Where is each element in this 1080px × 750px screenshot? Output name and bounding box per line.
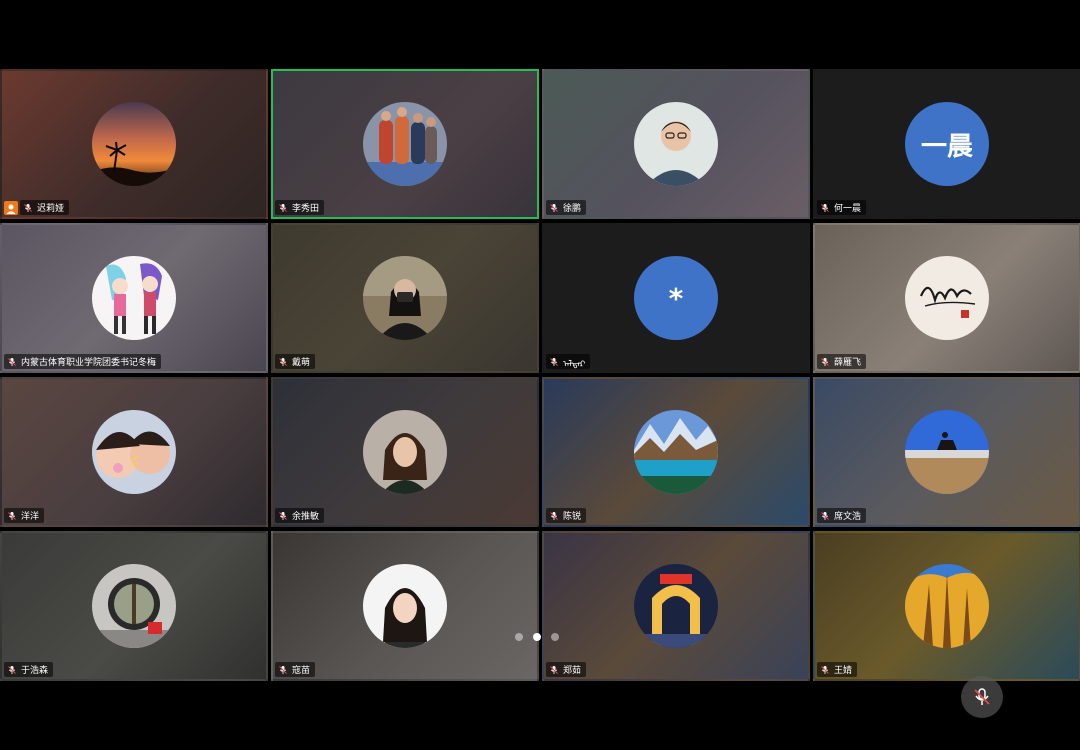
participant-name: 戴萌 bbox=[292, 358, 311, 368]
participant-avatar bbox=[905, 410, 989, 494]
participant-name: 寇苗 bbox=[292, 666, 311, 676]
participant-name-tag: 寇苗 bbox=[275, 662, 316, 677]
participant-avatar bbox=[92, 410, 176, 494]
participant-tile[interactable]: 戴萌 bbox=[271, 223, 539, 373]
participant-tile[interactable]: * ᠠᠯᠳᠠᠷ bbox=[542, 223, 810, 373]
participant-avatar bbox=[905, 564, 989, 648]
participant-tile[interactable]: 寇苗 bbox=[271, 531, 539, 681]
page-indicator[interactable] bbox=[515, 632, 565, 642]
participant-name-tag: 郑茹 bbox=[546, 662, 587, 677]
participant-name-tag: 迟莉娅 bbox=[20, 200, 70, 215]
participant-avatar bbox=[634, 102, 718, 186]
participant-tile[interactable]: 一晨 何一晨 bbox=[813, 69, 1080, 219]
participant-name-tag: 内蒙古体育职业学院团委书记冬梅 bbox=[4, 354, 162, 369]
participant-name-tag: 戴萌 bbox=[275, 354, 316, 369]
participant-avatar bbox=[363, 102, 447, 186]
mic-muted-icon bbox=[7, 357, 17, 367]
participant-name: 李秀田 bbox=[292, 204, 320, 214]
participant-avatar bbox=[92, 564, 176, 648]
mic-muted-icon bbox=[549, 357, 559, 367]
participant-avatar bbox=[92, 102, 176, 186]
participant-name-tag: 陈锐 bbox=[546, 508, 587, 523]
participant-tile[interactable]: 于浩森 bbox=[0, 531, 268, 681]
participant-name: 于浩森 bbox=[21, 666, 49, 676]
participant-name-tag: 何一晨 bbox=[817, 200, 867, 215]
mic-muted-icon bbox=[278, 203, 288, 213]
participant-name: 郑茹 bbox=[563, 666, 582, 676]
participant-avatar bbox=[92, 256, 176, 340]
participant-avatar bbox=[363, 410, 447, 494]
page-dot-2-current[interactable] bbox=[533, 633, 541, 641]
video-grid: 迟莉娅 李秀田 徐鹏 一晨 何一晨 内蒙古体育职业学院团委书记冬梅 戴萌 * ᠠ… bbox=[0, 69, 1080, 681]
participant-tile[interactable]: 迟莉娅 bbox=[0, 69, 268, 219]
participant-name: 薛雁飞 bbox=[834, 358, 862, 368]
participant-tile[interactable]: 席文浩 bbox=[813, 377, 1080, 527]
mic-muted-icon bbox=[7, 665, 17, 675]
participant-tile-active-speaker[interactable]: 李秀田 bbox=[271, 69, 539, 219]
mic-muted-icon bbox=[974, 688, 990, 705]
participant-name: 何一晨 bbox=[834, 204, 862, 214]
participant-avatar-text: 一晨 bbox=[905, 102, 989, 186]
participant-tile[interactable]: 薛雁飞 bbox=[813, 223, 1080, 373]
participant-name-tag: ᠠᠯᠳᠠᠷ bbox=[546, 354, 591, 370]
mic-muted-icon bbox=[820, 357, 830, 367]
mic-muted-icon bbox=[23, 203, 33, 213]
mic-muted-icon bbox=[278, 357, 288, 367]
participant-avatar bbox=[905, 256, 989, 340]
mic-muted-icon bbox=[549, 203, 559, 213]
mute-toggle-button[interactable] bbox=[961, 676, 1003, 718]
mic-muted-icon bbox=[820, 665, 830, 675]
participant-name-tag: 李秀田 bbox=[275, 200, 325, 215]
participant-name: 徐鹏 bbox=[563, 204, 582, 214]
participant-name-tag: 王婧 bbox=[817, 662, 858, 677]
participant-name-tag: 薛雁飞 bbox=[817, 354, 867, 369]
participant-avatar bbox=[363, 564, 447, 648]
participant-tile[interactable]: 徐鹏 bbox=[542, 69, 810, 219]
participant-avatar bbox=[363, 256, 447, 340]
participant-name: 迟莉娅 bbox=[37, 204, 65, 214]
mic-muted-icon bbox=[820, 203, 830, 213]
mic-muted-icon bbox=[549, 511, 559, 521]
participant-avatar-text: * bbox=[634, 256, 718, 340]
mic-muted-icon bbox=[278, 511, 288, 521]
participant-name-tag: 余推敏 bbox=[275, 508, 325, 523]
participant-name-tag: 徐鹏 bbox=[546, 200, 587, 215]
mic-muted-icon bbox=[7, 511, 17, 521]
participant-name: 王婧 bbox=[834, 666, 853, 676]
participant-name: 余推敏 bbox=[292, 512, 320, 522]
participant-tile[interactable]: 王婧 bbox=[813, 531, 1080, 681]
participant-name: 席文浩 bbox=[834, 512, 862, 522]
participant-name-tag: 于浩森 bbox=[4, 662, 54, 677]
participant-tile[interactable]: 陈锐 bbox=[542, 377, 810, 527]
mic-muted-icon bbox=[549, 665, 559, 675]
participant-name: 洋洋 bbox=[21, 512, 40, 522]
participant-name: 内蒙古体育职业学院团委书记冬梅 bbox=[21, 358, 157, 368]
participant-name-tag: 洋洋 bbox=[4, 508, 45, 523]
page-dot-3[interactable] bbox=[551, 633, 559, 641]
participant-avatar bbox=[634, 410, 718, 494]
participant-tile[interactable]: 洋洋 bbox=[0, 377, 268, 527]
participant-name: ᠠᠯᠳᠠᠷ bbox=[563, 359, 586, 370]
mic-muted-icon bbox=[278, 665, 288, 675]
mic-muted-icon bbox=[820, 511, 830, 521]
page-dot-1[interactable] bbox=[515, 633, 523, 641]
participant-tile[interactable]: 余推敏 bbox=[271, 377, 539, 527]
host-icon bbox=[4, 201, 18, 215]
participant-name: 陈锐 bbox=[563, 512, 582, 522]
participant-tile[interactable]: 内蒙古体育职业学院团委书记冬梅 bbox=[0, 223, 268, 373]
participant-avatar bbox=[634, 564, 718, 648]
participant-name-tag: 席文浩 bbox=[817, 508, 867, 523]
participant-tile[interactable]: 郑茹 bbox=[542, 531, 810, 681]
